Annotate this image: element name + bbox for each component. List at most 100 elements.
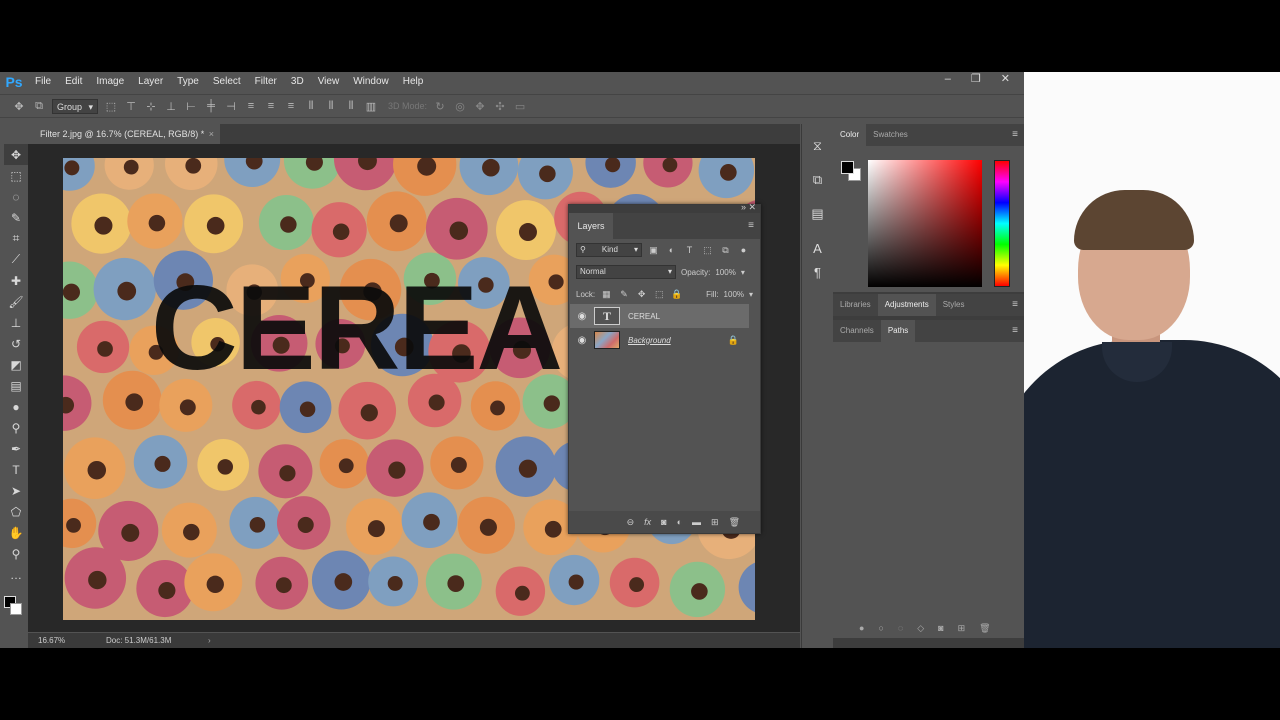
- minimize-button[interactable]: –: [945, 72, 951, 86]
- lasso-tool-icon[interactable]: ◌: [4, 186, 28, 207]
- move-tool-icon[interactable]: ✥: [12, 100, 26, 113]
- add-mask-icon[interactable]: ◙: [938, 623, 943, 633]
- crop-tool-icon[interactable]: ⌗: [4, 228, 28, 249]
- 3d-pan-icon[interactable]: ✥: [473, 100, 487, 113]
- 3d-slide-icon[interactable]: ✣: [493, 100, 507, 113]
- menu-file[interactable]: File: [28, 72, 58, 92]
- tab-swatches[interactable]: Swatches: [866, 124, 915, 146]
- distribute-right-icon[interactable]: ⦀: [344, 100, 358, 113]
- tab-color[interactable]: Color: [833, 124, 867, 146]
- distribute-bottom-icon[interactable]: ≡: [284, 100, 298, 112]
- filter-adjustment-icon[interactable]: ◐: [665, 245, 678, 255]
- layer-name[interactable]: Background: [628, 336, 671, 345]
- type-tool-icon[interactable]: T: [4, 459, 28, 480]
- lock-transparency-icon[interactable]: ▦: [600, 289, 613, 300]
- tab-channels[interactable]: Channels: [833, 320, 881, 342]
- zoom-level[interactable]: 16.67%: [38, 633, 65, 648]
- eye-icon[interactable]: ◉: [570, 311, 594, 322]
- chevron-down-icon[interactable]: ▾: [741, 268, 745, 277]
- healing-brush-tool-icon[interactable]: ✚: [4, 270, 28, 291]
- lock-pixels-icon[interactable]: ✎: [618, 289, 631, 300]
- libraries-panel-icon[interactable]: ▤: [802, 202, 833, 226]
- background-color-swatch[interactable]: [10, 603, 22, 615]
- menu-edit[interactable]: Edit: [58, 72, 89, 92]
- trash-icon[interactable]: 🗑: [729, 517, 740, 528]
- folder-icon[interactable]: ▬: [692, 517, 701, 527]
- align-hcenter-icon[interactable]: ╪: [204, 100, 218, 112]
- align-vcenter-icon[interactable]: ⊹: [144, 100, 158, 113]
- chevron-down-icon[interactable]: ▾: [749, 290, 753, 299]
- hue-slider[interactable]: [994, 160, 1010, 287]
- distribute-hcenter-icon[interactable]: ⦀: [324, 100, 338, 113]
- panel-menu-icon[interactable]: ≡: [1012, 129, 1018, 140]
- new-layer-icon[interactable]: ⊞: [711, 517, 719, 528]
- status-menu-arrow[interactable]: ›: [208, 633, 211, 648]
- adjustment-icon[interactable]: ◐: [677, 517, 682, 527]
- paragraph-panel-icon[interactable]: ¶: [802, 260, 833, 284]
- gradient-tool-icon[interactable]: ▤: [4, 375, 28, 396]
- menu-window[interactable]: Window: [346, 72, 396, 92]
- auto-align-icon[interactable]: ▥: [364, 100, 378, 113]
- brush-tool-icon[interactable]: 🖌: [4, 291, 28, 312]
- layer-row-cereal[interactable]: ◉ T CEREAL: [570, 304, 749, 328]
- zoom-tool-icon[interactable]: ⚲: [4, 543, 28, 564]
- distribute-left-icon[interactable]: ⦀: [304, 100, 318, 113]
- 3d-roll-icon[interactable]: ◎: [453, 100, 467, 113]
- distribute-top-icon[interactable]: ≡: [244, 100, 258, 112]
- link-icon[interactable]: ⊖: [627, 517, 635, 528]
- filter-pixel-icon[interactable]: ▣: [647, 245, 660, 256]
- eye-icon[interactable]: ◉: [570, 335, 594, 346]
- layer-name[interactable]: CEREAL: [628, 312, 660, 321]
- align-top-icon[interactable]: ⊤: [124, 100, 138, 113]
- restore-button[interactable]: ❐: [971, 72, 981, 86]
- align-left-icon[interactable]: ⊢: [184, 100, 198, 113]
- document-tab[interactable]: Filter 2.jpg @ 16.7% (CEREAL, RGB/8) * ×: [28, 124, 220, 144]
- tab-paths[interactable]: Paths: [880, 320, 916, 342]
- dodge-tool-icon[interactable]: ⚲: [4, 417, 28, 438]
- tab-libraries[interactable]: Libraries: [833, 294, 878, 316]
- panel-menu-icon[interactable]: ≡: [748, 220, 754, 231]
- menu-help[interactable]: Help: [396, 72, 431, 92]
- tab-styles[interactable]: Styles: [936, 294, 972, 316]
- collapse-panel-icon[interactable]: » ✕: [741, 202, 756, 213]
- saturation-brightness-field[interactable]: [868, 160, 982, 287]
- auto-select-icon[interactable]: ⧉: [32, 100, 46, 113]
- menu-layer[interactable]: Layer: [131, 72, 170, 92]
- panel-menu-icon[interactable]: ≡: [1012, 325, 1018, 336]
- menu-filter[interactable]: Filter: [248, 72, 284, 92]
- menu-3d[interactable]: 3D: [284, 72, 311, 92]
- blur-tool-icon[interactable]: ●: [4, 396, 28, 417]
- close-button[interactable]: ✕: [1001, 72, 1010, 86]
- path-selection-tool-icon[interactable]: ➤: [4, 480, 28, 501]
- distribute-vcenter-icon[interactable]: ≡: [264, 100, 278, 112]
- pen-tool-icon[interactable]: ✒: [4, 438, 28, 459]
- load-selection-icon[interactable]: ◌: [898, 623, 903, 633]
- clone-stamp-tool-icon[interactable]: ⊥: [4, 312, 28, 333]
- move-tool-icon[interactable]: ✥: [4, 144, 28, 165]
- lock-all-icon[interactable]: 🔒: [671, 289, 684, 300]
- lock-position-icon[interactable]: ✥: [635, 289, 648, 300]
- mask-icon[interactable]: ◙: [661, 517, 666, 527]
- transform-controls-icon[interactable]: ⬚: [104, 100, 118, 113]
- history-brush-tool-icon[interactable]: ↺: [4, 333, 28, 354]
- hand-tool-icon[interactable]: ✋: [4, 522, 28, 543]
- layers-panel-titlebar[interactable]: » ✕: [569, 202, 760, 213]
- auto-select-dropdown[interactable]: Group ▾: [52, 98, 98, 114]
- layer-row-background[interactable]: ◉ Background 🔒: [570, 328, 749, 352]
- trash-icon[interactable]: 🗑: [979, 623, 990, 634]
- more-tools-icon[interactable]: …: [4, 564, 28, 585]
- filter-toggle-icon[interactable]: ●: [737, 245, 750, 255]
- eyedropper-tool-icon[interactable]: ⟋: [4, 249, 28, 270]
- tab-adjustments[interactable]: Adjustments: [877, 294, 936, 316]
- shape-tool-icon[interactable]: ⬠: [4, 501, 28, 522]
- blend-mode-select[interactable]: Normal ▾: [576, 265, 676, 279]
- quick-select-tool-icon[interactable]: ✎: [4, 207, 28, 228]
- stroke-path-icon[interactable]: ○: [878, 623, 883, 633]
- align-bottom-icon[interactable]: ⊥: [164, 100, 178, 113]
- history-panel-icon[interactable]: ⧖: [802, 134, 833, 158]
- layer-filter-select[interactable]: ⚲ Kind ▾: [576, 243, 642, 257]
- menu-select[interactable]: Select: [206, 72, 248, 92]
- fill-value[interactable]: 100%: [724, 290, 744, 299]
- fill-path-icon[interactable]: ●: [859, 623, 864, 633]
- fx-icon[interactable]: fx: [644, 517, 651, 527]
